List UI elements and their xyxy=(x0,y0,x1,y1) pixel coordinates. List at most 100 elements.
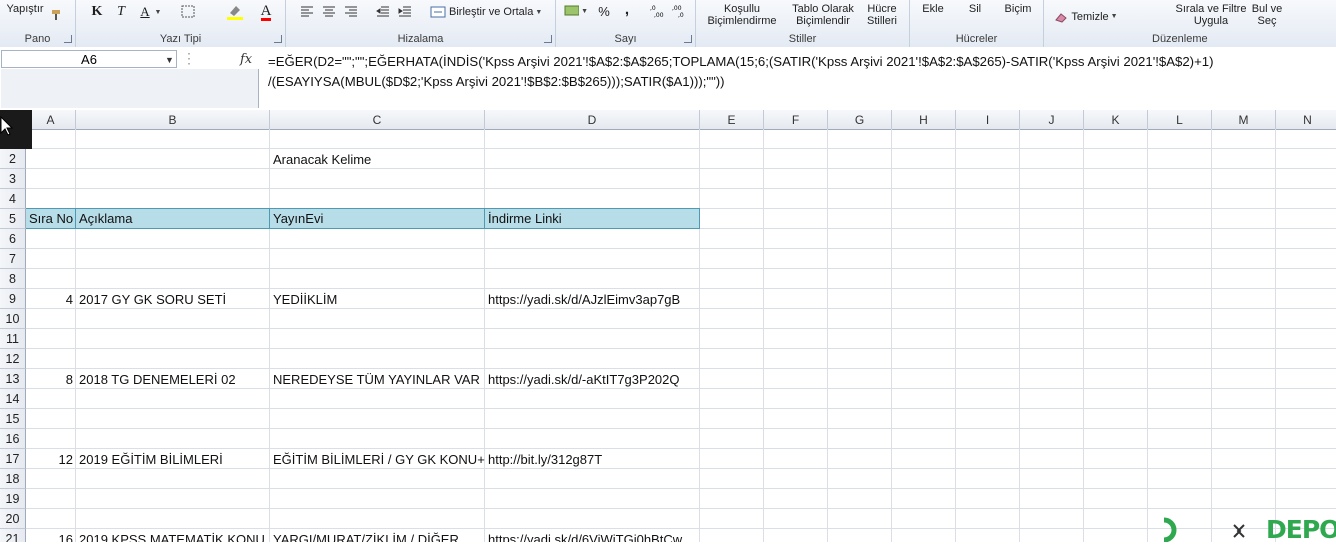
column-header-f[interactable]: F xyxy=(764,110,828,129)
cell-c2[interactable]: Aranacak Kelime xyxy=(270,149,485,169)
row-header-21[interactable]: 21 xyxy=(0,529,26,542)
gridline xyxy=(75,129,76,542)
row-header-17[interactable]: 17 xyxy=(0,449,26,469)
watermark-logo: DEPO xyxy=(1160,515,1336,544)
format-painter-icon[interactable] xyxy=(48,6,66,24)
row-header-15[interactable]: 15 xyxy=(0,409,26,429)
row-header-13[interactable]: 13 xyxy=(0,369,26,389)
group-editing: Temizle ▼ Sırala ve Filtre Uygula Bul ve … xyxy=(1044,0,1336,47)
table-row-cell[interactable]: 2019 EĞİTİM BİLİMLERİ xyxy=(76,449,270,469)
row-header-16[interactable]: 16 xyxy=(0,429,26,449)
decrease-indent-icon[interactable] xyxy=(374,3,392,19)
column-header-m[interactable]: M xyxy=(1212,110,1276,129)
table-row-cell[interactable]: 2018 TG DENEMELERİ 02 xyxy=(76,369,270,389)
header-cell-indirme-linki[interactable]: İndirme Linki xyxy=(485,208,700,229)
chevron-down-icon[interactable]: ▼ xyxy=(165,55,174,65)
column-header-e[interactable]: E xyxy=(700,110,764,129)
sort-filter-button[interactable]: Sırala ve Filtre Uygula xyxy=(1170,2,1252,28)
table-row-cell[interactable]: 2017 GY GK SORU SETİ xyxy=(76,289,270,309)
formula-input[interactable]: =EĞER(D2="";"";EĞERHATA(İNDİS('Kpss Arşi… xyxy=(268,52,1328,92)
launcher-icon[interactable] xyxy=(274,35,282,43)
gridline xyxy=(26,428,1336,429)
clear-button[interactable]: Temizle ▼ xyxy=(1052,10,1120,24)
table-row-cell[interactable]: 2019 KPSS MATEMATİK KONU xyxy=(76,529,270,543)
svg-text:,0: ,0 xyxy=(678,12,684,18)
table-row-cell[interactable]: 12 xyxy=(26,449,76,469)
column-header-j[interactable]: J xyxy=(1020,110,1084,129)
format-as-table-button[interactable]: Tablo Olarak Biçimlendir xyxy=(786,2,860,28)
format-button[interactable]: Biçim xyxy=(1000,2,1036,16)
table-row-cell[interactable]: 16 xyxy=(26,529,76,543)
row-header-7[interactable]: 7 xyxy=(0,249,26,269)
gridline xyxy=(955,129,956,542)
formula-buttons: ⋮ fx xyxy=(178,50,258,68)
row-header-6[interactable]: 6 xyxy=(0,229,26,249)
table-row-cell[interactable]: YEDİİKLİM xyxy=(270,289,485,309)
column-headers: A B C D E F G H I J K L M N xyxy=(0,110,1336,130)
table-row-cell[interactable]: https://yadi.sk/d/-aKtIT7g3P202Q xyxy=(485,369,700,389)
delete-button[interactable]: Sil xyxy=(960,2,990,16)
row-header-4[interactable]: 4 xyxy=(0,189,26,209)
table-row-cell[interactable]: http://bit.ly/312g87T xyxy=(485,449,700,469)
align-center-icon[interactable] xyxy=(320,3,338,19)
cell-styles-button[interactable]: Hücre Stilleri xyxy=(860,2,904,28)
launcher-icon[interactable] xyxy=(64,35,72,43)
column-header-k[interactable]: K xyxy=(1084,110,1148,129)
name-box[interactable]: A6 xyxy=(1,50,177,68)
align-right-icon[interactable] xyxy=(342,3,360,19)
table-row-cell[interactable]: 4 xyxy=(26,289,76,309)
table-row-cell[interactable]: https://yadi.sk/d/AJzlEimv3ap7gB xyxy=(485,289,700,309)
row-header-14[interactable]: 14 xyxy=(0,389,26,409)
bold-button[interactable]: K xyxy=(88,3,106,21)
align-left-icon[interactable] xyxy=(298,3,316,19)
column-header-a[interactable]: A xyxy=(26,110,76,129)
row-header-2[interactable]: 2 xyxy=(0,149,26,169)
increase-indent-icon[interactable] xyxy=(396,3,414,19)
row-header-8[interactable]: 8 xyxy=(0,269,26,289)
column-header-d[interactable]: D xyxy=(485,110,700,129)
paste-button[interactable]: Yapıştır xyxy=(4,2,46,16)
find-select-button[interactable]: Bul ve Seç xyxy=(1250,2,1284,28)
insert-function-icon[interactable]: fx xyxy=(240,52,252,67)
percent-button[interactable]: % xyxy=(596,2,612,20)
insert-button[interactable]: Ekle xyxy=(916,2,950,16)
row-header-12[interactable]: 12 xyxy=(0,349,26,369)
column-header-n[interactable]: N xyxy=(1276,110,1336,129)
decrease-decimal-icon[interactable]: ,00,0 xyxy=(672,3,690,19)
borders-icon[interactable] xyxy=(178,4,200,20)
row-header-11[interactable]: 11 xyxy=(0,329,26,349)
chevron-down-icon[interactable]: ▼ xyxy=(152,6,162,18)
table-row-cell[interactable]: 8 xyxy=(26,369,76,389)
row-header-10[interactable]: 10 xyxy=(0,309,26,329)
increase-decimal-icon[interactable]: ,0,00 xyxy=(650,3,668,19)
header-cell-yayinevi[interactable]: YayınEvi xyxy=(270,208,485,229)
conditional-formatting-button[interactable]: Koşullu Biçimlendirme xyxy=(702,2,782,28)
column-header-h[interactable]: H xyxy=(892,110,956,129)
column-header-l[interactable]: L xyxy=(1148,110,1212,129)
italic-button[interactable]: T xyxy=(112,3,130,21)
table-row-cell[interactable]: EĞİTİM BİLİMLERİ / GY GK KONU+SORU xyxy=(270,449,485,469)
column-header-i[interactable]: I xyxy=(956,110,1020,129)
row-header-20[interactable]: 20 xyxy=(0,509,26,529)
font-color-icon[interactable]: A xyxy=(256,2,276,22)
select-all-corner[interactable] xyxy=(0,110,32,149)
row-header-3[interactable]: 3 xyxy=(0,169,26,189)
merge-center-button[interactable]: Birleştir ve Ortala ▼ xyxy=(430,3,550,21)
currency-icon[interactable]: ▼ xyxy=(564,3,588,19)
launcher-icon[interactable] xyxy=(684,35,692,43)
row-header-19[interactable]: 19 xyxy=(0,489,26,509)
table-row-cell[interactable]: https://yadi.sk/d/6ViWiTGi0hBtCw xyxy=(485,529,700,543)
table-row-cell[interactable]: YARGI/MURAT/ZİKLİM / DİĞER xyxy=(270,529,485,543)
row-header-9[interactable]: 9 xyxy=(0,289,26,309)
column-header-c[interactable]: C xyxy=(270,110,485,129)
table-row-cell[interactable]: NEREDEYSE TÜM YAYINLAR VAR xyxy=(270,369,485,389)
launcher-icon[interactable] xyxy=(544,35,552,43)
header-cell-aciklama[interactable]: Açıklama xyxy=(76,208,270,229)
column-header-g[interactable]: G xyxy=(828,110,892,129)
column-header-b[interactable]: B xyxy=(76,110,270,129)
row-header-5[interactable]: 5 xyxy=(0,209,26,229)
header-cell-sira-no[interactable]: Sıra No xyxy=(26,208,76,229)
highlight-color-icon[interactable] xyxy=(224,3,246,21)
row-header-18[interactable]: 18 xyxy=(0,469,26,489)
comma-button[interactable]: , xyxy=(620,0,634,18)
